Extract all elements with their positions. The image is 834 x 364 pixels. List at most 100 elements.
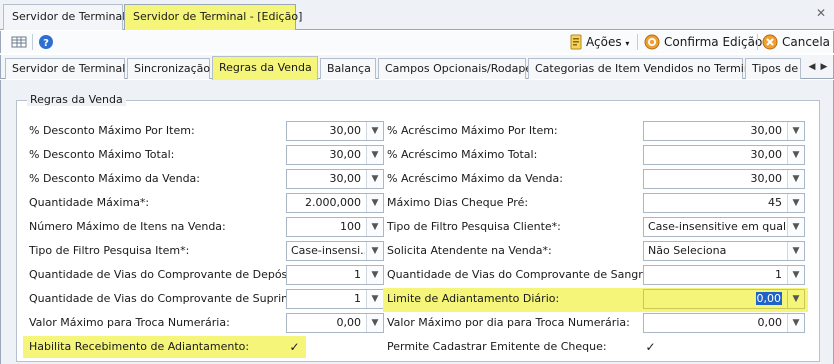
field-value: 30,00	[329, 172, 362, 185]
vias-sangria-field[interactable]: 1 ▼	[643, 265, 805, 285]
field-value: 1	[354, 268, 361, 281]
label-acrescimo-max-venda: % Acréscimo Máximo da Venda:	[387, 172, 563, 185]
chevron-down-icon[interactable]: ▼	[787, 194, 804, 212]
chevron-down-icon[interactable]: ▼	[366, 170, 383, 188]
chevron-down-icon[interactable]: ▼	[787, 146, 804, 164]
field-value: 30,00	[750, 172, 783, 185]
field-value: 1	[354, 292, 361, 305]
group-title: Regras da Venda	[27, 94, 126, 106]
caret-down-icon: ▾	[625, 39, 630, 48]
chevron-down-icon[interactable]: ▼	[366, 194, 383, 212]
acrescimo-max-venda-field[interactable]: 30,00 ▼	[643, 169, 805, 189]
actions-label: Ações	[586, 35, 622, 49]
vias-suprimento-field[interactable]: 1 ▼	[286, 289, 384, 309]
numero-max-itens-field[interactable]: 100 ▼	[286, 217, 384, 237]
chevron-down-icon[interactable]: ▼	[366, 146, 383, 164]
field-value: 2.000,000	[305, 196, 361, 209]
valor-max-troca-field[interactable]: 0,00 ▼	[286, 313, 384, 333]
label-acrescimo-max-total: % Acréscimo Máximo Total:	[387, 148, 538, 161]
filtro-pesquisa-cliente-select[interactable]: Case-insensitive em qualq...▼	[643, 217, 805, 237]
close-icon[interactable]: ✕	[814, 6, 828, 20]
chevron-down-icon[interactable]: ▼	[366, 122, 383, 140]
label-habilita-adiantamento: Habilita Recebimento de Adiantamento:	[29, 340, 250, 353]
label-numero-max-itens: Número Máximo de Itens na Venda:	[29, 220, 226, 233]
tab-balanca[interactable]: Balança	[320, 58, 376, 79]
document-tab-bar: Servidor de Terminal Servidor de Termina…	[0, 0, 834, 30]
label-desconto-max-total: % Desconto Máximo Total:	[29, 148, 175, 161]
toolbar-separator	[757, 34, 758, 50]
doc-tab-servidor-terminal-edicao[interactable]: Servidor de Terminal - [Edição]	[124, 4, 302, 30]
cancel-icon[interactable]	[762, 34, 778, 50]
tab-tipos-de[interactable]: Tipos de	[745, 58, 801, 79]
selected-text: 0,00	[755, 292, 782, 305]
scroll-left-icon[interactable]: ◀	[807, 60, 817, 74]
solicita-atendente-select[interactable]: Não Seleciona ▼	[643, 241, 805, 261]
label-acrescimo-max-item: % Acréscimo Máximo Por Item:	[387, 124, 558, 137]
chevron-down-icon[interactable]: ▼	[787, 218, 804, 236]
limite-adiantamento-field[interactable]: 0,00 ▼	[643, 289, 805, 309]
label-vias-suprimento: Quantidade de Vias do Comprovante de Sup…	[29, 292, 321, 305]
label-quantidade-maxima: Quantidade Máxima*:	[29, 196, 150, 209]
label-max-dias-cheque: Máximo Dias Cheque Pré:	[387, 196, 529, 209]
cancel-button[interactable]: Cancela	[782, 33, 830, 51]
field-value: 0,00	[336, 316, 362, 329]
vias-deposito-field[interactable]: 1 ▼	[286, 265, 384, 285]
doc-tab-servidor-terminal[interactable]: Servidor de Terminal	[3, 4, 125, 30]
chevron-down-icon[interactable]: ▼	[787, 290, 804, 308]
filtro-pesquisa-item-select[interactable]: Case-insensi... ▼	[286, 241, 384, 261]
label-limite-adiantamento: Limite de Adiantamento Diário:	[387, 292, 560, 305]
label-desconto-max-item: % Desconto Máximo Por Item:	[29, 124, 195, 137]
content-area: Regras da Venda % Desconto Máximo Por It…	[0, 80, 834, 364]
valor-max-dia-troca-field[interactable]: 0,00 ▼	[643, 313, 805, 333]
field-value: 30,00	[750, 124, 783, 137]
label-vias-sangria: Quantidade de Vias do Comprovante de San…	[387, 268, 657, 281]
scroll-right-icon[interactable]: ▶	[819, 60, 829, 74]
chevron-down-icon[interactable]: ▼	[366, 314, 383, 332]
svg-text:?: ?	[43, 38, 49, 49]
permite-emitente-cheque-checkbox[interactable]: ✓	[644, 341, 657, 354]
confirm-icon[interactable]	[644, 34, 660, 50]
desconto-max-venda-field[interactable]: 30,00 ▼	[286, 169, 384, 189]
field-value: 0,00	[757, 316, 783, 329]
chevron-down-icon[interactable]: ▼	[366, 290, 383, 308]
label-permite-emitente-cheque: Permite Cadastrar Emitente de Cheque:	[387, 340, 607, 353]
label-valor-max-dia-troca: Valor Máximo por dia para Troca Numerári…	[387, 316, 630, 329]
habilita-adiantamento-checkbox[interactable]: ✓	[288, 341, 301, 354]
desconto-max-total-field[interactable]: 30,00 ▼	[286, 145, 384, 165]
field-value: Não Seleciona	[648, 244, 727, 257]
chevron-down-icon[interactable]: ▼	[366, 266, 383, 284]
chevron-down-icon[interactable]: ▼	[787, 242, 804, 260]
label-valor-max-troca: Valor Máximo para Troca Numerária:	[29, 316, 230, 329]
tab-categorias-item[interactable]: Categorias de Item Vendidos no Terminal	[528, 58, 761, 79]
tab-campos-opcionais[interactable]: Campos Opcionais/Rodapé	[378, 58, 532, 79]
max-dias-cheque-field[interactable]: 45 ▼	[643, 193, 805, 213]
tab-regras-venda[interactable]: Regras da Venda	[212, 56, 318, 80]
actions-button[interactable]: Ações ▾	[586, 33, 629, 51]
field-value: 30,00	[329, 124, 362, 137]
chevron-down-icon[interactable]: ▼	[366, 218, 383, 236]
confirm-edit-button[interactable]: Confirma Edição	[664, 33, 762, 51]
chevron-down-icon[interactable]: ▼	[366, 242, 383, 260]
acrescimo-max-item-field[interactable]: 30,00 ▼	[643, 121, 805, 141]
help-icon[interactable]: ?	[38, 34, 54, 50]
toolbar-separator	[32, 34, 33, 50]
chevron-down-icon[interactable]: ▼	[787, 170, 804, 188]
tab-servidor-terminal[interactable]: Servidor de Terminal	[5, 58, 125, 79]
actions-icon[interactable]	[568, 34, 584, 50]
toolbar: ? Ações ▾ Confirma Edição Cancela	[0, 31, 834, 53]
chevron-down-icon[interactable]: ▼	[787, 314, 804, 332]
toolbar-separator	[637, 34, 638, 50]
desconto-max-item-field[interactable]: 30,00 ▼	[286, 121, 384, 141]
page-tab-bar: Servidor de Terminal Sincronização Regra…	[0, 55, 834, 80]
label-vias-deposito: Quantidade de Vias do Comprovante de Dep…	[29, 268, 306, 281]
grid-icon[interactable]	[11, 34, 27, 50]
acrescimo-max-total-field[interactable]: 30,00 ▼	[643, 145, 805, 165]
tab-sincronizacao[interactable]: Sincronização	[127, 58, 210, 79]
field-value: 30,00	[750, 148, 783, 161]
chevron-down-icon[interactable]: ▼	[787, 122, 804, 140]
chevron-down-icon[interactable]: ▼	[787, 266, 804, 284]
field-value: 100	[340, 220, 361, 233]
label-solicita-atendente: Solicita Atendente na Venda*:	[387, 244, 552, 257]
field-value: 1	[775, 268, 782, 281]
quantidade-maxima-field[interactable]: 2.000,000 ▼	[286, 193, 384, 213]
